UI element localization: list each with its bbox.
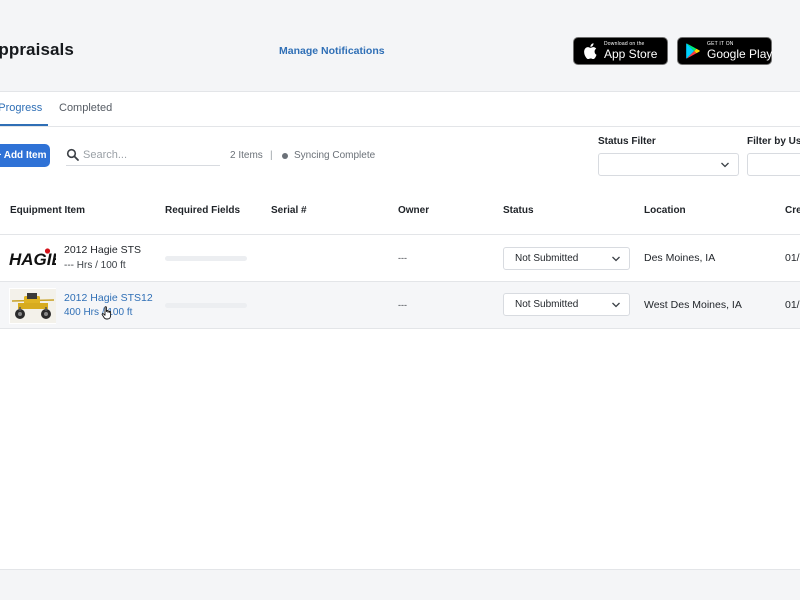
- status-filter-label: Status Filter: [598, 136, 656, 147]
- search-box: [66, 144, 220, 166]
- page-header: Appraisals Manage Notifications Download…: [0, 0, 800, 92]
- status-dropdown[interactable]: Not Submitted: [503, 247, 630, 270]
- column-header-status: Status: [503, 205, 534, 216]
- column-header-required-fields: Required Fields: [165, 205, 241, 216]
- hagie-logo-icon: HAGIE: [9, 240, 56, 276]
- search-icon: [66, 148, 80, 162]
- sync-status-text: Syncing Complete: [294, 150, 376, 161]
- add-item-button[interactable]: + Add Item: [0, 144, 50, 167]
- google-play-icon: [686, 42, 701, 60]
- column-header-location: Location: [644, 205, 686, 216]
- owner-value: ---: [398, 300, 407, 310]
- hand-cursor-icon: [101, 306, 112, 320]
- owner-value: ---: [398, 253, 407, 263]
- created-value: 01/: [785, 252, 800, 264]
- active-tab-indicator: [0, 124, 48, 126]
- search-input[interactable]: [83, 148, 213, 161]
- tab-bar: In Progress Completed: [0, 93, 800, 127]
- items-count: 2 Items: [230, 150, 263, 161]
- equipment-hours: --- Hrs / 100 ft: [64, 260, 126, 271]
- status-value: Not Submitted: [515, 299, 579, 310]
- page-footer: [0, 569, 800, 600]
- row-divider: [0, 328, 800, 329]
- manage-notifications-link[interactable]: Manage Notifications: [279, 45, 385, 57]
- sync-status-dot: [282, 153, 288, 159]
- user-filter-label: Filter by User: [747, 136, 800, 147]
- equipment-name-link[interactable]: 2012 Hagie STS12: [64, 292, 153, 304]
- required-fields-progress: [165, 256, 247, 261]
- chevron-down-icon: [612, 256, 620, 262]
- location-value: West Des Moines, IA: [644, 299, 742, 311]
- tab-completed[interactable]: Completed: [59, 102, 112, 114]
- sprayer-thumbnail-icon: [9, 288, 56, 324]
- app-store-badge[interactable]: Download on the App Store: [573, 37, 668, 65]
- table-row[interactable]: 2012 Hagie STS12 400 Hrs / 100 ft --- No…: [0, 282, 800, 328]
- app-store-big-text: App Store: [604, 47, 658, 61]
- column-header-serial: Serial #: [271, 205, 307, 216]
- location-value: Des Moines, IA: [644, 252, 716, 264]
- chevron-down-icon: [612, 302, 620, 308]
- required-fields-progress: [165, 303, 247, 308]
- column-header-owner: Owner: [398, 205, 430, 216]
- equipment-name: 2012 Hagie STS: [64, 244, 142, 256]
- status-filter-select[interactable]: [598, 153, 739, 176]
- table-row[interactable]: HAGIE 2012 Hagie STS --- Hrs / 100 ft --…: [0, 235, 800, 281]
- status-value: Not Submitted: [515, 253, 579, 264]
- apple-icon: [582, 42, 598, 60]
- created-value: 01/: [785, 299, 800, 311]
- user-filter-select[interactable]: [747, 153, 800, 176]
- toolbar-separator: |: [270, 150, 273, 161]
- column-header-equipment: Equipment Item: [10, 205, 86, 216]
- equipment-hours-link[interactable]: 400 Hrs / 100 ft: [64, 307, 132, 318]
- google-play-badge[interactable]: GET IT ON Google Play: [677, 37, 772, 65]
- chevron-down-icon: [721, 162, 729, 168]
- column-header-created: Created: [785, 205, 800, 216]
- status-dropdown[interactable]: Not Submitted: [503, 293, 630, 316]
- google-play-big-text: Google Play: [707, 47, 773, 61]
- page-title: Appraisals: [0, 40, 74, 59]
- tab-in-progress[interactable]: In Progress: [0, 102, 42, 114]
